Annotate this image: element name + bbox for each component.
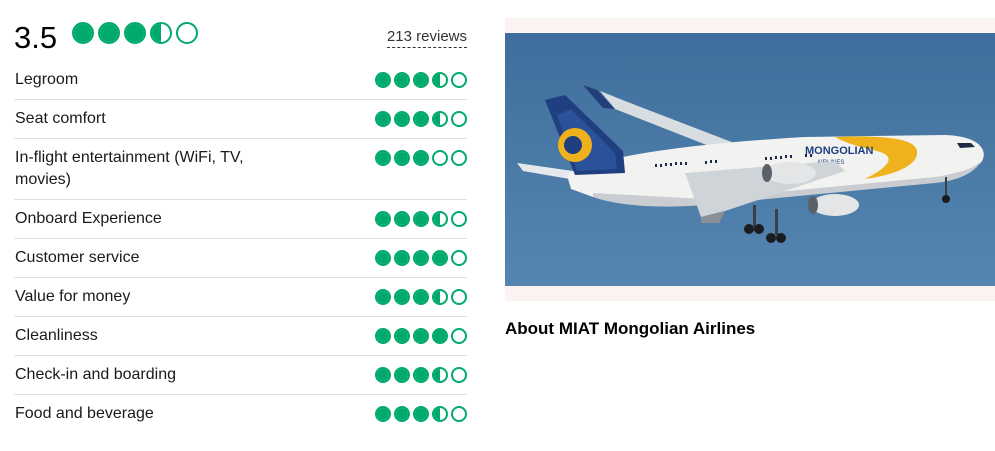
category-bubble-full bbox=[394, 406, 410, 422]
category-bubble-full bbox=[375, 111, 391, 127]
category-label: In-flight entertainment (WiFi, TV, movie… bbox=[15, 149, 244, 188]
category-bubble-full bbox=[413, 150, 429, 166]
reviews-count-link[interactable]: 213 reviews bbox=[386, 28, 467, 48]
category-rating-row: Check-in and boarding bbox=[14, 356, 467, 395]
category-bubble-full bbox=[375, 250, 391, 266]
category-bubble-rating bbox=[375, 211, 467, 227]
airplane-photo-image: MONGOLIAN AIRLINES bbox=[505, 33, 995, 286]
category-rating-row: Legroom bbox=[14, 61, 467, 100]
category-rating-row: Cleanliness bbox=[14, 317, 467, 356]
airline-info-panel: MONGOLIAN AIRLINES bbox=[505, 18, 995, 340]
category-rating-row: Customer service bbox=[14, 239, 467, 278]
ratings-panel: 3.5 213 reviews Legroom Seat comfort In-fl… bbox=[14, 18, 467, 433]
category-bubble-full bbox=[375, 328, 391, 344]
overall-bubble-full bbox=[98, 22, 120, 44]
category-bubble-full bbox=[413, 289, 429, 305]
category-bubble-full bbox=[375, 211, 391, 227]
category-bubble-full bbox=[432, 328, 448, 344]
category-label: Seat comfort bbox=[15, 110, 106, 127]
category-bubble-rating bbox=[375, 111, 467, 127]
category-bubble-full bbox=[413, 250, 429, 266]
category-label: Legroom bbox=[15, 71, 79, 88]
category-rating-row: Value for money bbox=[14, 278, 467, 317]
category-bubble-full bbox=[432, 250, 448, 266]
category-bubble-half bbox=[432, 111, 448, 127]
category-rating-row: Seat comfort bbox=[14, 100, 467, 139]
category-bubble-full bbox=[394, 367, 410, 383]
category-bubble-full bbox=[394, 72, 410, 88]
airline-photo-frame: MONGOLIAN AIRLINES bbox=[505, 18, 995, 301]
category-bubble-half bbox=[432, 211, 448, 227]
category-bubble-full bbox=[413, 328, 429, 344]
overall-bubble-full bbox=[124, 22, 146, 44]
category-bubble-full bbox=[375, 72, 391, 88]
category-bubble-full bbox=[375, 406, 391, 422]
fuselage-lettering: MONGOLIAN bbox=[805, 145, 873, 157]
category-bubble-half bbox=[432, 289, 448, 305]
category-bubble-full bbox=[375, 150, 391, 166]
category-bubble-rating bbox=[375, 72, 467, 88]
category-bubble-full bbox=[375, 367, 391, 383]
category-bubble-full bbox=[394, 289, 410, 305]
category-bubble-empty bbox=[451, 367, 467, 383]
category-bubble-empty bbox=[451, 328, 467, 344]
category-bubble-empty bbox=[451, 211, 467, 227]
category-label: Check-in and boarding bbox=[15, 366, 176, 383]
category-bubble-empty bbox=[451, 111, 467, 127]
category-bubble-rating bbox=[375, 289, 467, 305]
category-bubble-full bbox=[413, 406, 429, 422]
category-bubble-half bbox=[432, 72, 448, 88]
category-bubble-full bbox=[413, 211, 429, 227]
category-bubble-full bbox=[394, 250, 410, 266]
about-airline-heading[interactable]: About MIAT Mongolian Airlines bbox=[505, 318, 995, 340]
category-bubble-empty bbox=[451, 406, 467, 422]
overall-bubble-half bbox=[150, 22, 172, 44]
category-rating-row: In-flight entertainment (WiFi, TV, movie… bbox=[14, 139, 467, 200]
category-bubble-full bbox=[375, 289, 391, 305]
category-bubble-empty bbox=[451, 150, 467, 166]
category-label: Customer service bbox=[15, 249, 140, 266]
overall-bubble-full bbox=[72, 22, 94, 44]
category-bubble-half bbox=[432, 367, 448, 383]
category-bubble-rating bbox=[375, 250, 467, 266]
airline-photo[interactable]: MONGOLIAN AIRLINES bbox=[505, 33, 995, 286]
category-rating-row: Onboard Experience bbox=[14, 200, 467, 239]
category-bubble-empty bbox=[451, 72, 467, 88]
category-ratings-list: Legroom Seat comfort In-flight entertainme… bbox=[14, 61, 467, 433]
category-label: Value for money bbox=[15, 288, 131, 305]
category-bubble-full bbox=[394, 328, 410, 344]
overall-score: 3.5 bbox=[14, 20, 58, 55]
category-label: Cleanliness bbox=[15, 327, 98, 344]
category-bubble-full bbox=[394, 111, 410, 127]
category-label: Food and beverage bbox=[15, 405, 154, 422]
category-bubble-rating bbox=[375, 406, 467, 422]
category-bubble-empty bbox=[432, 150, 448, 166]
category-bubble-rating bbox=[375, 367, 467, 383]
category-bubble-full bbox=[394, 150, 410, 166]
category-label: Onboard Experience bbox=[15, 210, 162, 227]
category-bubble-half bbox=[432, 406, 448, 422]
overall-bubble-rating bbox=[72, 22, 198, 44]
category-bubble-rating bbox=[375, 328, 467, 344]
category-bubble-full bbox=[394, 211, 410, 227]
category-bubble-empty bbox=[451, 250, 467, 266]
category-bubble-empty bbox=[451, 289, 467, 305]
category-rating-row: Food and beverage bbox=[14, 395, 467, 433]
overall-rating: 3.5 213 reviews bbox=[14, 18, 467, 61]
overall-bubble-empty bbox=[176, 22, 198, 44]
category-bubble-full bbox=[413, 72, 429, 88]
category-bubble-rating bbox=[375, 150, 467, 166]
category-bubble-full bbox=[413, 111, 429, 127]
category-bubble-full bbox=[413, 367, 429, 383]
